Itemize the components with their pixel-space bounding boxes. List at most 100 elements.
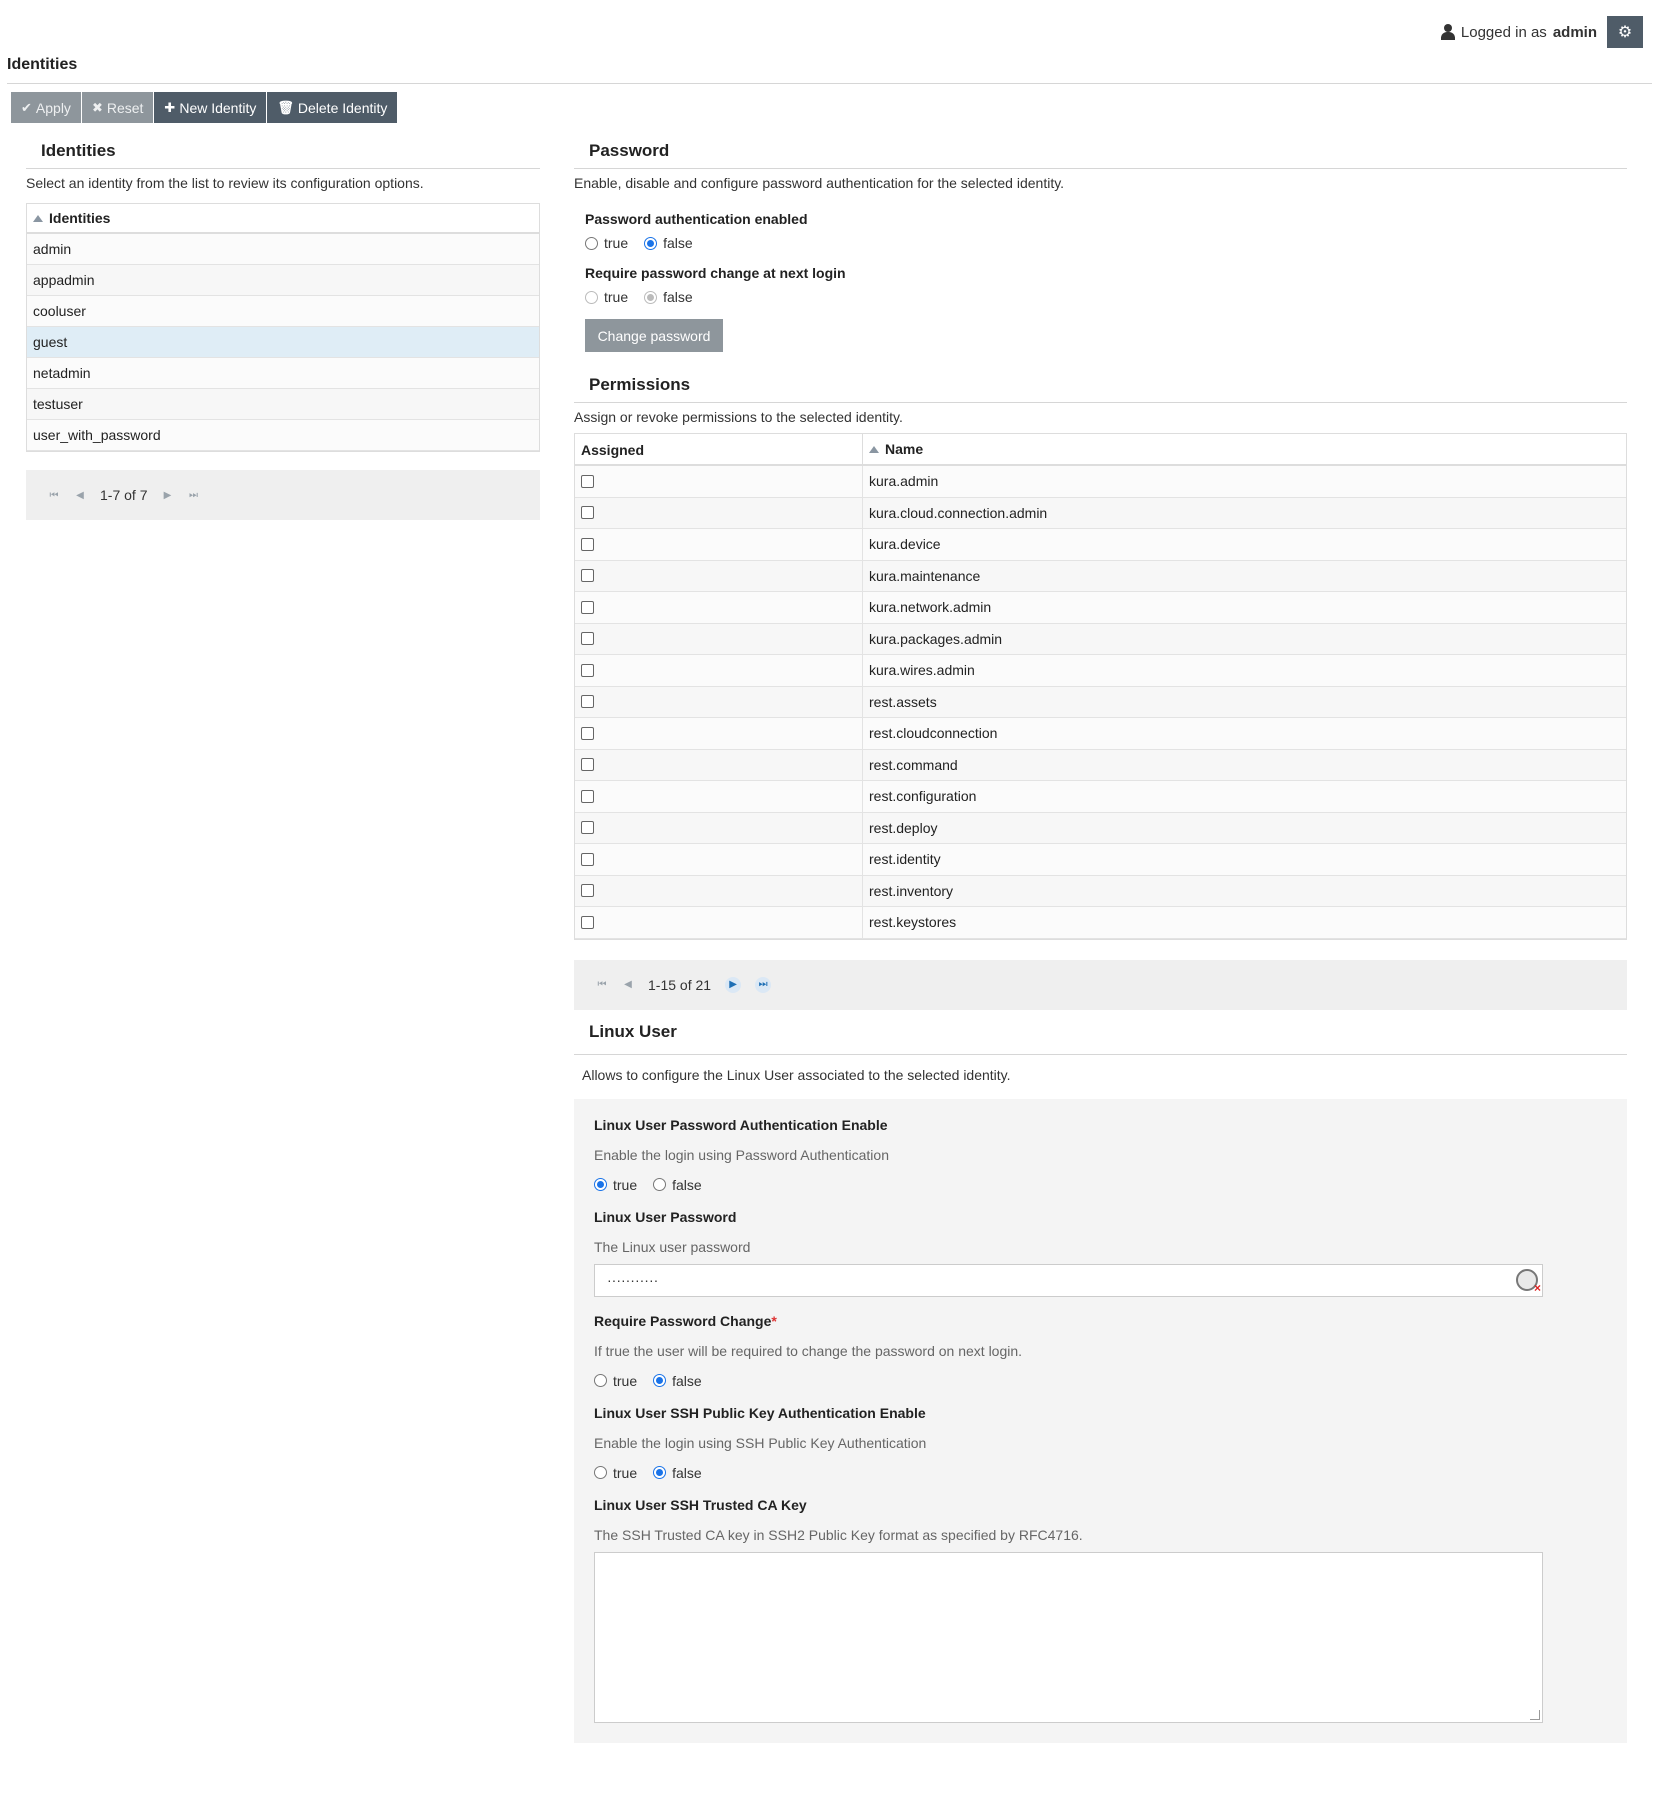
permission-checkbox[interactable] <box>581 915 594 929</box>
linux-password-value: ··········· <box>607 1272 659 1288</box>
linux-ssh-auth-false-radio[interactable] <box>653 1466 667 1479</box>
identity-row[interactable]: guest <box>27 327 539 358</box>
password-description: Enable, disable and configure password a… <box>574 175 1065 191</box>
assigned-cell <box>575 497 863 528</box>
assigned-cell <box>575 592 863 623</box>
password-auth-false-radio[interactable] <box>644 236 658 250</box>
permission-checkbox[interactable] <box>581 695 594 709</box>
permission-name: rest.identity <box>869 851 941 868</box>
linux-user-title: Linux User <box>589 1021 677 1041</box>
permission-row: kura.wires.admin <box>575 655 1626 687</box>
permission-checkbox[interactable] <box>581 758 594 772</box>
apply-button[interactable]: ✔ Apply <box>11 92 82 123</box>
linux-require-change-true-radio[interactable] <box>594 1374 607 1387</box>
delete-identity-button[interactable]: 🗑 Delete Identity <box>267 92 398 123</box>
permission-checkbox[interactable] <box>581 821 594 835</box>
trash-icon: 🗑 <box>277 99 294 115</box>
require-change-false-radio[interactable] <box>644 290 658 304</box>
next-page-icon[interactable]: ▶ <box>161 490 173 501</box>
linux-user-form: Linux User Password Authentication Enabl… <box>574 1098 1627 1743</box>
linux-pwd-auth-true-radio[interactable] <box>594 1178 607 1191</box>
permission-checkbox[interactable] <box>581 663 594 677</box>
prev-page-icon[interactable]: ◀ <box>74 490 86 501</box>
linux-ca-key-textarea[interactable] <box>594 1551 1543 1723</box>
permission-checkbox[interactable] <box>581 474 594 488</box>
close-icon: ✖ <box>91 99 103 115</box>
linux-pwd-auth-false-label: false <box>672 1176 702 1193</box>
last-page-icon[interactable]: ⏭ <box>187 490 199 501</box>
permission-name: rest.assets <box>869 693 937 710</box>
user-icon <box>1440 24 1455 40</box>
linux-password-label: Linux User Password <box>594 1208 737 1225</box>
change-password-button[interactable]: Change password <box>585 319 723 352</box>
identity-row[interactable]: appadmin <box>27 265 539 296</box>
permission-checkbox[interactable] <box>581 600 594 614</box>
linux-ssh-auth-true-radio[interactable] <box>594 1466 607 1479</box>
linux-ssh-auth-true-label: true <box>613 1464 638 1481</box>
permission-row: kura.maintenance <box>575 560 1626 592</box>
name-column-label: Name <box>885 441 924 457</box>
linux-ssh-auth-label: Linux User SSH Public Key Authentication… <box>594 1404 926 1421</box>
permission-name: rest.cloudconnection <box>869 725 998 742</box>
first-page-icon[interactable]: ⏮ <box>48 490 60 501</box>
reset-label: Reset <box>106 99 144 116</box>
password-auth-true-radio[interactable] <box>585 236 598 250</box>
logged-in-username: admin <box>1552 23 1597 41</box>
identity-row[interactable]: admin <box>27 234 539 265</box>
last-page-icon[interactable]: ⏭ <box>755 976 772 993</box>
resize-handle-icon[interactable] <box>1530 1709 1540 1720</box>
delete-identity-label: Delete Identity <box>297 99 388 116</box>
linux-require-change-false-radio[interactable] <box>653 1374 667 1387</box>
linux-require-change-desc: If true the user will be required to cha… <box>594 1342 1023 1359</box>
permission-row: rest.cloudconnection <box>575 718 1626 750</box>
assigned-column-header[interactable]: Assigned <box>575 434 863 464</box>
permission-checkbox[interactable] <box>581 537 594 551</box>
linux-pwd-auth-false-radio[interactable] <box>653 1178 667 1191</box>
linux-ca-key-label: Linux User SSH Trusted CA Key <box>594 1496 807 1513</box>
password-auth-false-label: false <box>663 235 693 251</box>
required-marker: * <box>771 1312 777 1329</box>
require-change-true-radio[interactable] <box>585 290 598 304</box>
next-page-icon[interactable]: ▶ <box>725 976 742 993</box>
prev-page-icon[interactable]: ◀ <box>622 979 634 990</box>
identity-row[interactable]: user_with_password <box>27 420 539 451</box>
details-panel: Password Enable, disable and configure p… <box>574 140 1627 1743</box>
login-status: Logged in as admin <box>1440 23 1597 41</box>
permission-checkbox[interactable] <box>581 726 594 740</box>
permission-checkbox[interactable] <box>581 789 594 803</box>
identity-row[interactable]: netadmin <box>27 358 539 389</box>
linux-pwd-auth-true-label: true <box>613 1176 638 1193</box>
identities-column-header[interactable]: Identities <box>27 204 539 234</box>
first-page-icon[interactable]: ⏮ <box>596 979 608 990</box>
password-title: Password <box>589 141 670 160</box>
identity-row[interactable]: cooluser <box>27 296 539 327</box>
identity-row[interactable]: testuser <box>27 389 539 420</box>
permission-row: kura.cloud.connection.admin <box>575 497 1626 529</box>
settings-button[interactable]: ⚙ <box>1607 16 1643 48</box>
permissions-header: Assigned Name <box>575 434 1626 466</box>
title-divider <box>7 83 1652 84</box>
permission-checkbox[interactable] <box>581 852 594 866</box>
new-identity-button[interactable]: ✚ New Identity <box>154 92 268 123</box>
assigned-cell <box>575 781 863 812</box>
gear-icon: ⚙ <box>1617 24 1633 41</box>
permissions-title: Permissions <box>589 375 691 394</box>
password-manager-icon[interactable] <box>1516 1269 1541 1295</box>
permission-checkbox[interactable] <box>581 884 594 898</box>
require-change-radio-group: true false <box>585 289 1627 305</box>
permission-row: rest.command <box>575 749 1626 781</box>
permission-row: rest.keystores <box>575 907 1626 939</box>
permission-checkbox[interactable] <box>581 632 594 646</box>
reset-button[interactable]: ✖ Reset <box>81 92 155 123</box>
permission-checkbox[interactable] <box>581 506 594 520</box>
linux-password-input[interactable]: ··········· <box>594 1263 1543 1297</box>
permission-row: rest.deploy <box>575 812 1626 844</box>
linux-ssh-auth-radio-group: true false <box>594 1465 1607 1481</box>
name-column-header[interactable]: Name <box>863 434 923 464</box>
permissions-pager-text: 1-15 of 21 <box>648 976 712 993</box>
linux-ssh-auth-false-label: false <box>672 1464 702 1481</box>
linux-require-change-label-row: Require Password Change* <box>594 1313 1607 1329</box>
permission-row: kura.admin <box>575 466 1626 498</box>
permissions-divider <box>574 402 1627 403</box>
permission-checkbox[interactable] <box>581 569 594 583</box>
